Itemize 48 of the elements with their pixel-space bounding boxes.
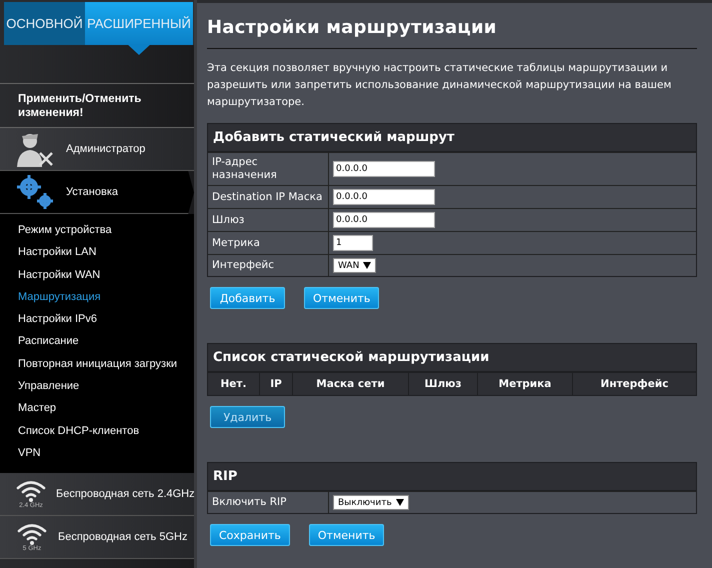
field-label: Destination IP Маска	[208, 186, 329, 208]
admin-user-icon	[16, 131, 56, 167]
wifi-icon	[17, 522, 47, 545]
page-description: Эта секция позволяет вручную настроить статические таблицы маршрутизации и разрешить или запретить использование динамической маршрутизации на вашем маршрутизаторе.	[207, 62, 672, 108]
caret-icon	[396, 499, 404, 506]
input-field[interactable]: 0.0.0.0	[333, 161, 435, 177]
menu-group-label: Администратор	[66, 143, 146, 155]
column-header: Нет.	[220, 377, 248, 392]
menu-group-label: Беспроводная сеть 5GHz	[58, 531, 188, 544]
menu-group-label: Установка	[66, 186, 118, 198]
caret-icon	[363, 262, 372, 269]
input-field[interactable]: 1	[333, 235, 373, 251]
menu-item[interactable]: Список DHCP-клиентов	[0, 420, 194, 443]
menu-group[interactable]: Установка	[0, 171, 194, 214]
menu-item[interactable]: Маршрутизация	[0, 286, 194, 310]
dropdown[interactable]: WAN	[333, 258, 376, 273]
menu-item[interactable]: Расписание	[0, 331, 194, 354]
menu-item[interactable]: Управление	[0, 376, 194, 398]
panel-header: Добавить статический маршрут	[208, 124, 696, 152]
menu-group[interactable]: Администратор	[0, 128, 194, 171]
field-label: Включить RIP	[208, 492, 329, 513]
column-header: IP	[259, 373, 292, 395]
menu-item[interactable]: Повторная инициация загрузки	[0, 354, 194, 376]
panel-header: RIP	[208, 463, 696, 491]
input-field[interactable]: 0.0.0.0	[333, 189, 435, 205]
menu-item[interactable]: VPN	[0, 442, 194, 466]
menu-group-label: Беспроводная сеть 2.4GHz	[56, 488, 194, 500]
page-title: Настройки маршрутизации	[207, 17, 497, 38]
column-header: Метрика	[477, 373, 572, 395]
field-label: Шлюз	[208, 209, 329, 231]
input-field[interactable]: 0.0.0.0	[333, 212, 435, 228]
gears-icon	[16, 174, 56, 210]
field-label: Интерфейс	[208, 255, 329, 276]
menu-item[interactable]: Настройки WAN	[0, 264, 194, 287]
menu-item[interactable]: Настройки LAN	[0, 242, 194, 265]
field-label: IP-адрес назначения	[208, 153, 329, 185]
menu-item[interactable]: Мастер	[0, 398, 194, 421]
column-header: Маска сети	[292, 373, 408, 395]
column-header: Интерфейс	[572, 373, 696, 395]
menu-item[interactable]: Настройки IPv6	[0, 309, 194, 332]
mode-tab[interactable]: ОСНОВНОЙ	[4, 2, 85, 45]
panel-header: Список статической маршрутизации	[208, 344, 696, 372]
menu-item[interactable]: Режим устройства	[0, 220, 194, 242]
apply-changes-link[interactable]: Применить/Отменить изменения!	[18, 92, 190, 120]
wifi-icon	[16, 480, 46, 502]
field-label: Метрика	[208, 232, 329, 254]
column-header: Шлюз	[408, 373, 477, 395]
dropdown[interactable]: Выключить	[333, 495, 409, 510]
